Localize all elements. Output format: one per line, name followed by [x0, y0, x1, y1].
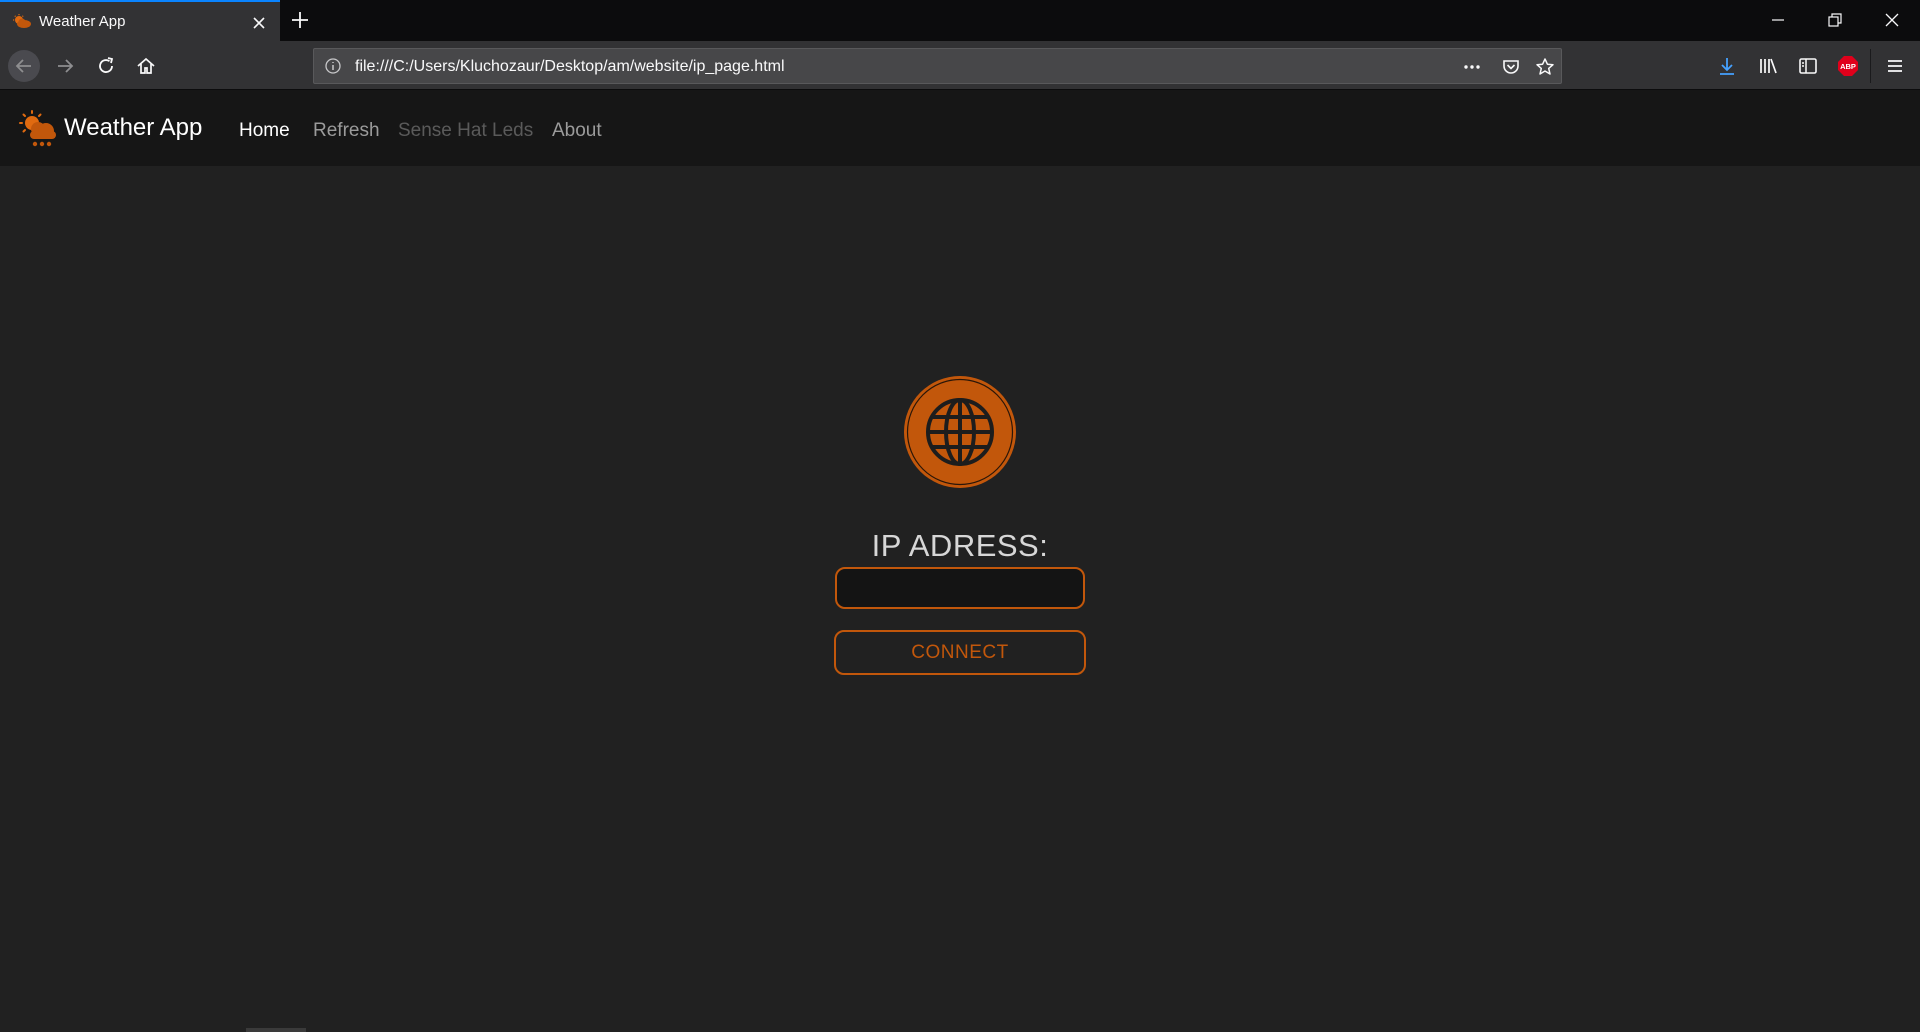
- sidebar-icon[interactable]: [1797, 55, 1819, 77]
- pocket-icon[interactable]: [1501, 57, 1521, 77]
- home-button[interactable]: [130, 50, 162, 82]
- connect-button[interactable]: CONNECT: [834, 630, 1086, 675]
- ip-address-input[interactable]: [835, 567, 1085, 609]
- info-icon[interactable]: [324, 57, 342, 75]
- browser-toolbar: file:///C:/Users/Kluchozaur/Desktop/am/w…: [0, 41, 1920, 90]
- close-window-icon[interactable]: [1882, 10, 1902, 30]
- tab-title: Weather App: [39, 13, 126, 30]
- arrow-right-icon: [58, 59, 74, 73]
- nav-sense-hat-leds[interactable]: Sense Hat Leds: [398, 120, 533, 142]
- abp-label: ABP: [1840, 62, 1856, 71]
- minimize-icon[interactable]: [1768, 10, 1788, 30]
- library-icon[interactable]: [1757, 55, 1779, 77]
- star-icon[interactable]: [1535, 57, 1555, 77]
- app-navbar: Weather App Home Refresh Sense Hat Leds …: [0, 90, 1920, 166]
- weather-cloud-sun-icon[interactable]: [18, 109, 58, 151]
- url-text[interactable]: file:///C:/Users/Kluchozaur/Desktop/am/w…: [355, 58, 785, 76]
- reload-button[interactable]: [90, 50, 122, 82]
- download-icon[interactable]: [1716, 55, 1738, 77]
- nav-refresh[interactable]: Refresh: [313, 120, 380, 142]
- browser-tabstrip: Weather App: [0, 0, 1920, 41]
- brand-title[interactable]: Weather App: [64, 114, 202, 142]
- ellipsis-icon[interactable]: [1462, 57, 1482, 77]
- main-content: IP ADRESS: CONNECT: [0, 166, 1920, 1032]
- reload-icon: [99, 57, 114, 73]
- toolbar-separator: [1870, 49, 1871, 83]
- weather-cloud-sun-icon: [13, 14, 31, 28]
- nav-home[interactable]: Home: [239, 120, 290, 142]
- url-bar[interactable]: file:///C:/Users/Kluchozaur/Desktop/am/w…: [313, 48, 1562, 84]
- browser-tab-active[interactable]: Weather App: [0, 0, 280, 41]
- close-icon[interactable]: [250, 14, 268, 32]
- globe-icon: [904, 376, 1016, 488]
- abp-icon[interactable]: ABP: [1837, 55, 1859, 77]
- ip-address-label: IP ADRESS:: [871, 528, 1049, 563]
- plus-icon[interactable]: [290, 10, 310, 30]
- restore-icon[interactable]: [1825, 10, 1845, 30]
- forward-button[interactable]: [49, 50, 81, 82]
- home-icon: [137, 57, 155, 74]
- back-button[interactable]: [8, 50, 40, 82]
- nav-about[interactable]: About: [552, 120, 602, 142]
- scroll-indicator: [246, 1028, 306, 1032]
- hamburger-icon[interactable]: [1884, 55, 1906, 77]
- arrow-left-icon: [15, 59, 31, 73]
